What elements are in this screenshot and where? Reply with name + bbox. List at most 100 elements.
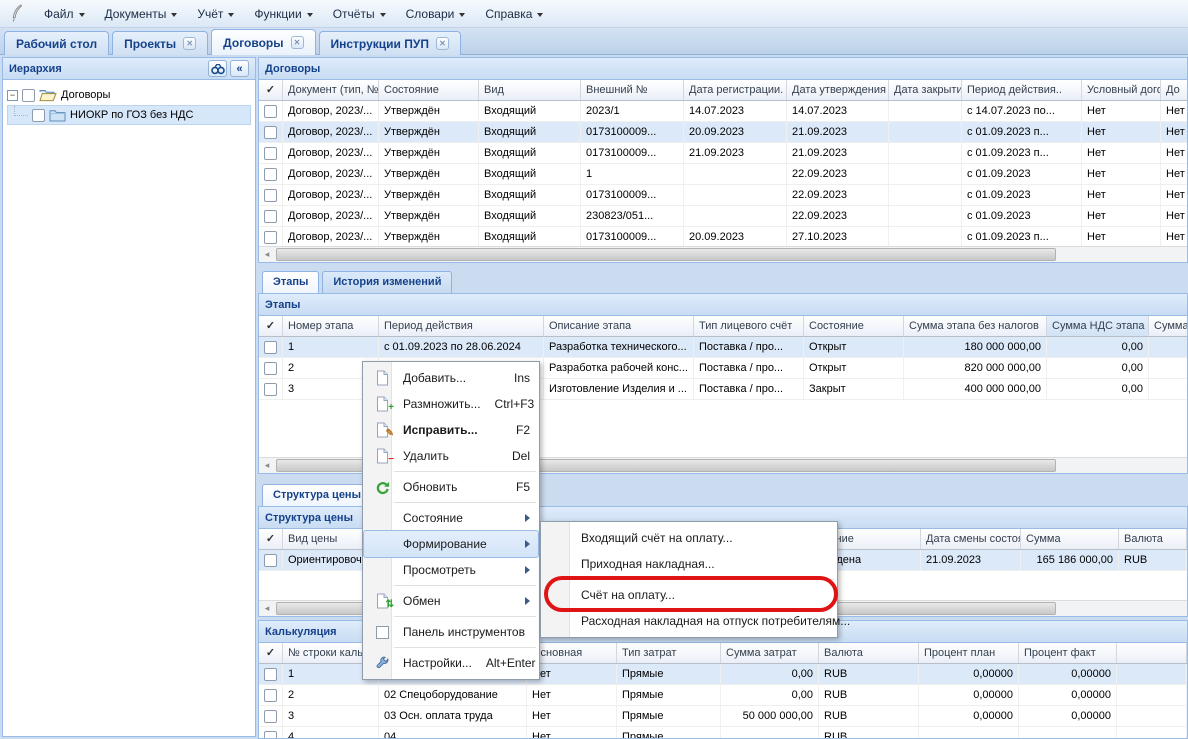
row-checkbox[interactable] bbox=[264, 668, 277, 681]
tab-etapy-0[interactable]: Этапы bbox=[262, 271, 319, 293]
tab-close-icon[interactable]: ✕ bbox=[436, 37, 449, 50]
row-checkbox[interactable] bbox=[264, 231, 277, 244]
grid-header-cell[interactable]: Процент план bbox=[919, 643, 1019, 663]
grid-header-cell[interactable]: Сумма затрат bbox=[721, 643, 819, 663]
tree-node[interactable]: −Договоры bbox=[7, 85, 251, 105]
row-checkbox[interactable] bbox=[264, 554, 277, 567]
grid-header-cell[interactable]: Состояние bbox=[804, 316, 904, 336]
row-checkbox[interactable] bbox=[264, 362, 277, 375]
context-menu-item-9[interactable]: Панель инструментов bbox=[364, 619, 538, 645]
grid-header-cell[interactable]: Тип затрат bbox=[617, 643, 721, 663]
row-checkbox[interactable] bbox=[264, 126, 277, 139]
menubar-item-3[interactable]: Функции bbox=[244, 3, 322, 25]
grid-header-cell[interactable]: Основная bbox=[527, 643, 617, 663]
table-row[interactable]: Договор, 2023/...УтверждёнВходящий017310… bbox=[259, 122, 1187, 143]
table-row[interactable]: 404 ...НетПрямыеRUB bbox=[259, 727, 1187, 739]
submenu-item-1[interactable]: Приходная накладная... bbox=[542, 551, 836, 577]
grid-header-cell[interactable]: Дата утверждения bbox=[787, 80, 889, 100]
grid-header-cell[interactable]: Сумма эт bbox=[1149, 316, 1188, 336]
menubar-item-4[interactable]: Отчёты bbox=[323, 3, 396, 25]
context-menu-item-4[interactable]: ОбновитьF5 bbox=[364, 474, 538, 500]
scroll-left-arrow-icon[interactable] bbox=[259, 458, 275, 473]
row-checkbox[interactable] bbox=[264, 731, 277, 739]
table-row[interactable]: 1с 01.09.2023 по 28.06.2024Разработка те… bbox=[259, 337, 1187, 358]
row-checkbox[interactable] bbox=[264, 147, 277, 160]
grid-header-cell[interactable]: Условный договор bbox=[1082, 80, 1161, 100]
context-menu-item-7[interactable]: Просмотреть bbox=[364, 557, 538, 583]
grid-cell: 22.09.2023 bbox=[787, 185, 889, 205]
tab-close-icon[interactable]: ✕ bbox=[183, 37, 196, 50]
table-row[interactable]: Договор, 2023/...УтверждёнВходящий017310… bbox=[259, 185, 1187, 206]
grid-header-cell[interactable]: Сумма НДС этапа bbox=[1047, 316, 1149, 336]
grid-header-cell[interactable]: Процент факт bbox=[1019, 643, 1117, 663]
row-checkbox[interactable] bbox=[264, 105, 277, 118]
tree-node-checkbox[interactable] bbox=[22, 89, 35, 102]
main-tab-3[interactable]: Инструкции ПУП✕ bbox=[319, 31, 461, 55]
grid-header-cell[interactable]: Дата закрытия bbox=[889, 80, 962, 100]
context-menu-item-2[interactable]: ✎Исправить...F2 bbox=[364, 417, 538, 443]
grid-header-cell[interactable]: Номер этапа bbox=[283, 316, 379, 336]
tree-node-checkbox[interactable] bbox=[32, 109, 45, 122]
row-checkbox[interactable] bbox=[264, 210, 277, 223]
scroll-left-arrow-icon[interactable] bbox=[259, 247, 275, 262]
grid-header-cell[interactable]: Валюта bbox=[1119, 529, 1187, 549]
grid-header-cell[interactable]: Период действия bbox=[379, 316, 544, 336]
menubar-item-0[interactable]: Файл bbox=[34, 3, 95, 25]
grid-header-cell[interactable]: Вид bbox=[479, 80, 581, 100]
submenu-item-0[interactable]: Входящий счёт на оплату... bbox=[542, 525, 836, 551]
grid-header-cell[interactable]: Тип лицевого счёт bbox=[694, 316, 804, 336]
context-menu-item-10[interactable]: Настройки...Alt+Enter bbox=[364, 650, 538, 676]
grid-header-cell[interactable]: Валюта bbox=[819, 643, 919, 663]
main-tab-2[interactable]: Договоры✕ bbox=[211, 29, 315, 55]
grid-header-cell[interactable]: Период действия.. bbox=[962, 80, 1082, 100]
row-checkbox[interactable] bbox=[264, 189, 277, 202]
menubar-item-5[interactable]: Словари bbox=[396, 3, 476, 25]
grid-header-cell[interactable]: Сумма bbox=[1021, 529, 1119, 549]
grid-header-cell[interactable]: Документ (тип, № bbox=[283, 80, 379, 100]
row-checkbox[interactable] bbox=[264, 689, 277, 702]
tab-etapy-1[interactable]: История изменений bbox=[322, 271, 452, 293]
grid-header-cell[interactable] bbox=[1117, 643, 1187, 663]
table-row[interactable]: Договор, 2023/...УтверждёнВходящий2023/1… bbox=[259, 101, 1187, 122]
row-checkbox[interactable] bbox=[264, 168, 277, 181]
table-row[interactable]: Договор, 2023/...УтверждёнВходящий017310… bbox=[259, 143, 1187, 164]
collapse-panel-button[interactable]: « bbox=[230, 60, 249, 77]
row-checkbox[interactable] bbox=[264, 710, 277, 723]
submenu-item-2[interactable]: Счёт на оплату... bbox=[542, 582, 836, 608]
context-menu-item-8[interactable]: ⇅Обмен bbox=[364, 588, 538, 614]
tab-close-icon[interactable]: ✕ bbox=[291, 36, 304, 49]
table-row[interactable]: 303 Осн. оплата трудаНетПрямые50 000 000… bbox=[259, 706, 1187, 727]
table-row[interactable]: Договор, 2023/...УтверждёнВходящий122.09… bbox=[259, 164, 1187, 185]
grid-cell: RUB bbox=[819, 706, 919, 726]
search-binoculars-button[interactable] bbox=[208, 60, 227, 77]
tab-structure-0[interactable]: Структура цены bbox=[262, 484, 372, 506]
main-tab-0[interactable]: Рабочий стол bbox=[4, 31, 109, 55]
grid-header-cell[interactable]: Внешний № bbox=[581, 80, 684, 100]
context-menu-item-1[interactable]: +Размножить...Ctrl+F3 bbox=[364, 391, 538, 417]
grid-header-cell[interactable]: Описание этапа bbox=[544, 316, 694, 336]
grid-header-cell[interactable]: Дата смены состоя bbox=[921, 529, 1021, 549]
contracts-hscrollbar[interactable] bbox=[259, 246, 1187, 262]
row-checkbox[interactable] bbox=[264, 383, 277, 396]
scrollbar-thumb[interactable] bbox=[276, 248, 1056, 261]
tree-expander-icon[interactable]: − bbox=[7, 90, 18, 101]
main-tab-1[interactable]: Проекты✕ bbox=[112, 31, 208, 55]
menubar-item-1[interactable]: Документы bbox=[95, 3, 188, 25]
row-checkbox[interactable] bbox=[264, 341, 277, 354]
table-row[interactable]: Договор, 2023/...УтверждёнВходящий017310… bbox=[259, 227, 1187, 248]
tree-node[interactable]: НИОКР по ГОЗ без НДС bbox=[7, 105, 251, 125]
menubar-item-2[interactable]: Учёт bbox=[187, 3, 244, 25]
submenu-item-3[interactable]: Расходная накладная на отпуск потребител… bbox=[542, 608, 836, 634]
context-menu-item-0[interactable]: Добавить...Ins bbox=[364, 365, 538, 391]
grid-header-cell[interactable]: Состояние bbox=[379, 80, 479, 100]
scroll-left-arrow-icon[interactable] bbox=[259, 601, 275, 616]
table-row[interactable]: Договор, 2023/...УтверждёнВходящий230823… bbox=[259, 206, 1187, 227]
grid-header-cell[interactable]: До bbox=[1161, 80, 1188, 100]
grid-header-cell[interactable]: Дата регистрации. bbox=[684, 80, 787, 100]
context-menu-item-5[interactable]: Состояние bbox=[364, 505, 538, 531]
menubar-item-6[interactable]: Справка bbox=[475, 3, 553, 25]
context-menu-item-3[interactable]: −УдалитьDel bbox=[364, 443, 538, 469]
context-menu-item-6[interactable]: Формирование bbox=[364, 531, 538, 557]
table-row[interactable]: 202 СпецоборудованиеНетПрямые0,00RUB0,00… bbox=[259, 685, 1187, 706]
grid-header-cell[interactable]: Сумма этапа без налогов bbox=[904, 316, 1047, 336]
